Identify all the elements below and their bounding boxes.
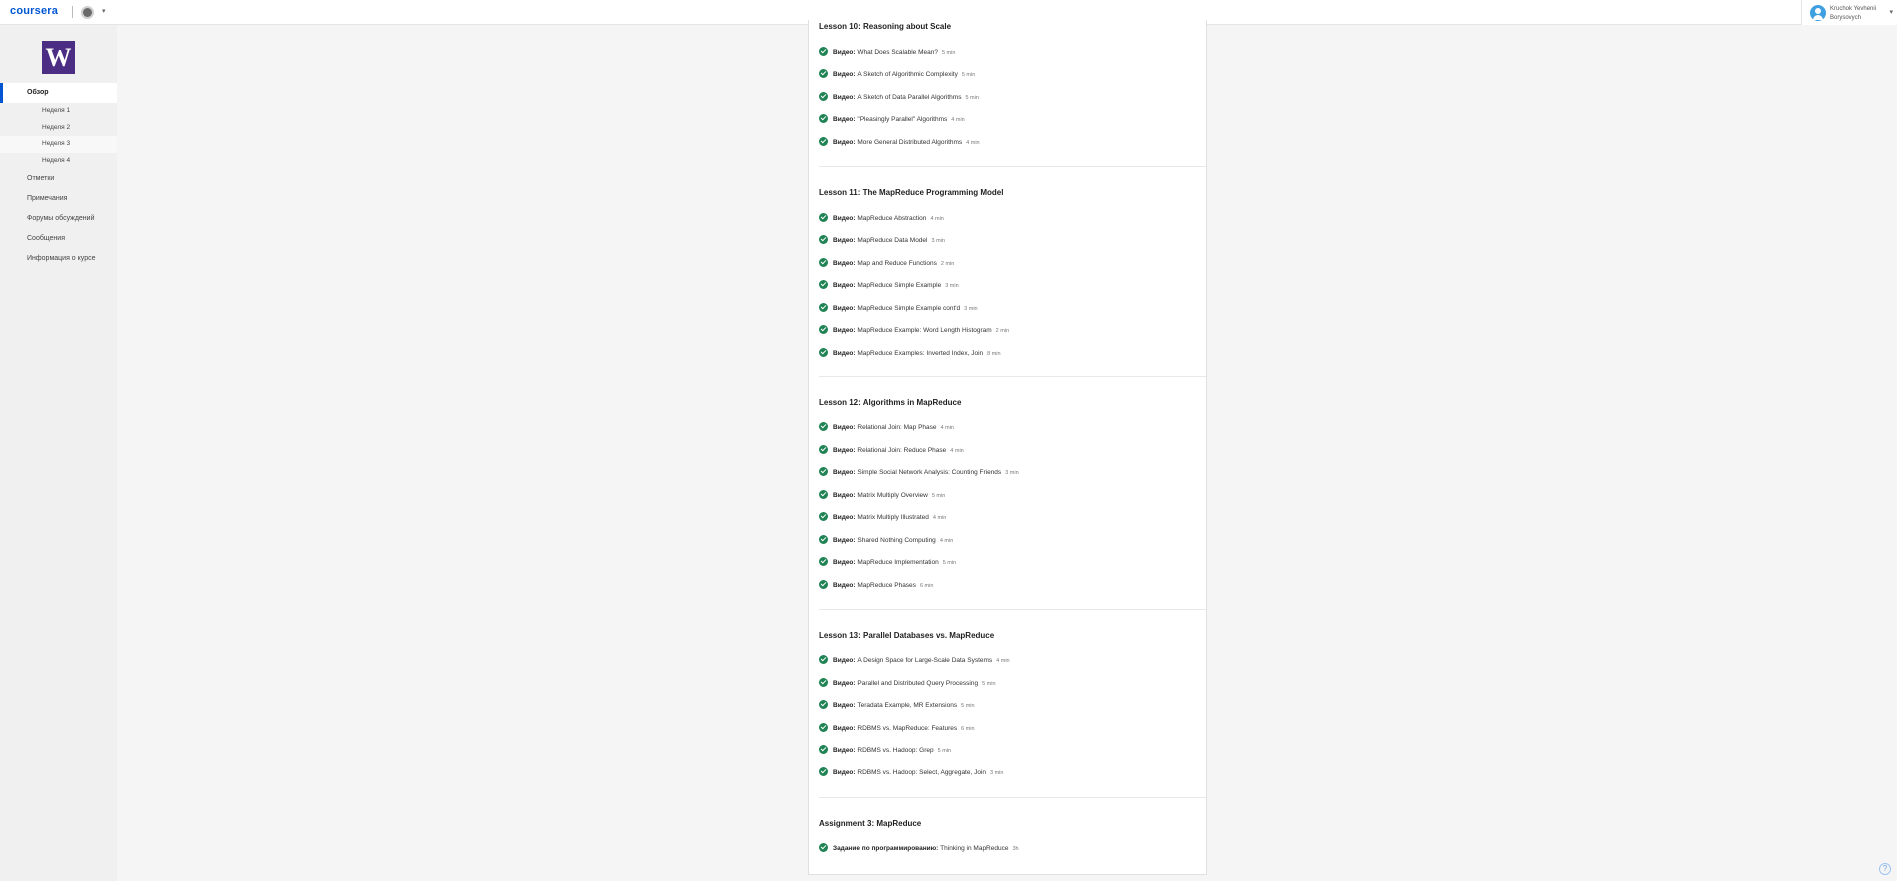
- lesson-item[interactable]: Видео: MapReduce Phases 6 min: [819, 579, 933, 592]
- check-circle-icon: [819, 489, 828, 499]
- lesson-item[interactable]: Видео: MapReduce Example: Word Length Hi…: [819, 324, 1009, 337]
- lesson-item[interactable]: Видео: "Pleasingly Parallel" Algorithms 4…: [819, 113, 965, 126]
- help-button[interactable]: ?: [1879, 863, 1891, 875]
- course-content-card: Lesson 10: Reasoning about Scale Видео: …: [808, 20, 1207, 875]
- lesson-item[interactable]: Видео: Simple Social Network Analysis: C…: [819, 466, 1019, 479]
- avatar[interactable]: [1810, 5, 1826, 21]
- lesson-item[interactable]: Видео: What Does Scalable Mean? 5 min: [819, 46, 955, 59]
- check-circle-icon: [819, 279, 828, 289]
- check-circle-icon: [819, 421, 828, 431]
- check-circle-icon: [819, 46, 828, 56]
- sidebar-item-grades[interactable]: Отметки: [0, 169, 117, 189]
- lesson-item[interactable]: Видео: Matrix Multiply Illustrated 4 min: [819, 511, 946, 524]
- sidebar-item-forums[interactable]: Форумы обсуждений: [0, 209, 117, 229]
- lesson-item[interactable]: Видео: Matrix Multiply Overview 5 min: [819, 489, 945, 502]
- check-circle-icon: [819, 842, 828, 852]
- check-circle-icon: [819, 534, 828, 544]
- lesson-item[interactable]: Видео: RDBMS vs. Hadoop: Grep 5 min: [819, 744, 951, 757]
- sidebar-item-week-1[interactable]: Неделя 1: [0, 103, 117, 120]
- check-circle-icon: [819, 556, 828, 566]
- lesson-item[interactable]: Видео: A Design Space for Large-Scale Da…: [819, 654, 1010, 667]
- lesson-item[interactable]: Видео: MapReduce Examples: Inverted Inde…: [819, 347, 1001, 360]
- lesson-title: Lesson 11: The MapReduce Programming Mod…: [819, 188, 1004, 197]
- check-circle-icon: [819, 511, 828, 521]
- check-circle-icon: [819, 579, 828, 589]
- lesson-item[interactable]: Видео: More General Distributed Algorith…: [819, 136, 980, 149]
- user-name: Kruchok Yevhenii Borysovych: [1830, 6, 1877, 21]
- check-circle-icon: [819, 257, 828, 267]
- check-circle-icon: [819, 113, 828, 123]
- sidebar-item-notes[interactable]: Примечания: [0, 189, 117, 209]
- lesson-item[interactable]: Видео: A Sketch of Data Parallel Algorit…: [819, 91, 979, 104]
- check-circle-icon: [819, 466, 828, 476]
- section-divider: [819, 609, 1206, 610]
- lesson-item[interactable]: Видео: RDBMS vs. Hadoop: Select, Aggrega…: [819, 766, 1003, 779]
- sidebar: W Обзор Неделя 1 Неделя 2 Неделя 3 Недел…: [0, 25, 117, 881]
- user-menu[interactable]: Kruchok Yevhenii Borysovych ▾: [1801, 0, 1897, 25]
- lesson-item[interactable]: Видео: Parallel and Distributed Query Pr…: [819, 677, 996, 690]
- course-logo[interactable]: W: [42, 41, 75, 74]
- sidebar-item-week-3[interactable]: Неделя 3: [0, 136, 117, 153]
- sidebar-item-week-4[interactable]: Неделя 4: [0, 153, 117, 170]
- check-circle-icon: [819, 722, 828, 732]
- check-circle-icon: [819, 302, 828, 312]
- check-circle-icon: [819, 324, 828, 334]
- coursera-logo[interactable]: coursera: [10, 5, 58, 17]
- lesson-title: Assignment 3: MapReduce: [819, 819, 922, 828]
- check-circle-icon: [819, 212, 828, 222]
- check-circle-icon: [819, 91, 828, 101]
- sidebar-item-course-info[interactable]: Информация о курсе: [0, 249, 117, 269]
- header-divider: [72, 6, 73, 18]
- section-divider: [819, 797, 1206, 798]
- section-divider: [819, 376, 1206, 377]
- lesson-item[interactable]: Задание по программированию: Thinking in…: [819, 842, 1019, 855]
- sidebar-item-messages[interactable]: Сообщения: [0, 229, 117, 249]
- check-circle-icon: [819, 677, 828, 687]
- sidebar-nav: Обзор Неделя 1 Неделя 2 Неделя 3 Неделя …: [0, 83, 117, 269]
- check-circle-icon: [819, 444, 828, 454]
- sidebar-item-overview[interactable]: Обзор: [0, 83, 117, 103]
- lesson-item[interactable]: Видео: A Sketch of Algorithmic Complexit…: [819, 68, 975, 81]
- lesson-item[interactable]: Видео: RDBMS vs. MapReduce: Features 6 mi…: [819, 722, 975, 735]
- lesson-item[interactable]: Видео: MapReduce Data Model 3 min: [819, 234, 945, 247]
- chevron-down-icon[interactable]: ▾: [102, 7, 106, 15]
- lesson-item[interactable]: Видео: Relational Join: Reduce Phase 4 mi…: [819, 444, 964, 457]
- lesson-item[interactable]: Видео: MapReduce Simple Example cont'd 3 …: [819, 302, 978, 315]
- lesson-item[interactable]: Видео: MapReduce Simple Example 3 min: [819, 279, 959, 292]
- chevron-down-icon[interactable]: ▾: [1889, 8, 1893, 16]
- lesson-item[interactable]: Видео: Shared Nothing Computing 4 min: [819, 534, 953, 547]
- section-divider: [819, 166, 1206, 167]
- check-circle-icon: [819, 347, 828, 357]
- check-circle-icon: [819, 654, 828, 664]
- lesson-title: Lesson 10: Reasoning about Scale: [819, 22, 952, 31]
- check-circle-icon: [819, 766, 828, 776]
- check-circle-icon: [819, 744, 828, 754]
- check-circle-icon: [819, 68, 828, 78]
- check-circle-icon: [819, 234, 828, 244]
- lesson-item[interactable]: Видео: Relational Join: Map Phase 4 min: [819, 421, 954, 434]
- lesson-item[interactable]: Видео: Teradata Example, MR Extensions 5 …: [819, 699, 975, 712]
- lesson-item[interactable]: Видео: MapReduce Abstraction 4 min: [819, 212, 944, 225]
- university-icon[interactable]: [81, 6, 94, 19]
- check-circle-icon: [819, 136, 828, 146]
- lesson-title: Lesson 12: Algorithms in MapReduce: [819, 398, 962, 407]
- lesson-item[interactable]: Видео: Map and Reduce Functions 2 min: [819, 257, 954, 270]
- check-circle-icon: [819, 699, 828, 709]
- lesson-title: Lesson 13: Parallel Databases vs. MapRed…: [819, 631, 995, 640]
- sidebar-item-week-2[interactable]: Неделя 2: [0, 120, 117, 137]
- lesson-item[interactable]: Видео: MapReduce Implementation 5 min: [819, 556, 956, 569]
